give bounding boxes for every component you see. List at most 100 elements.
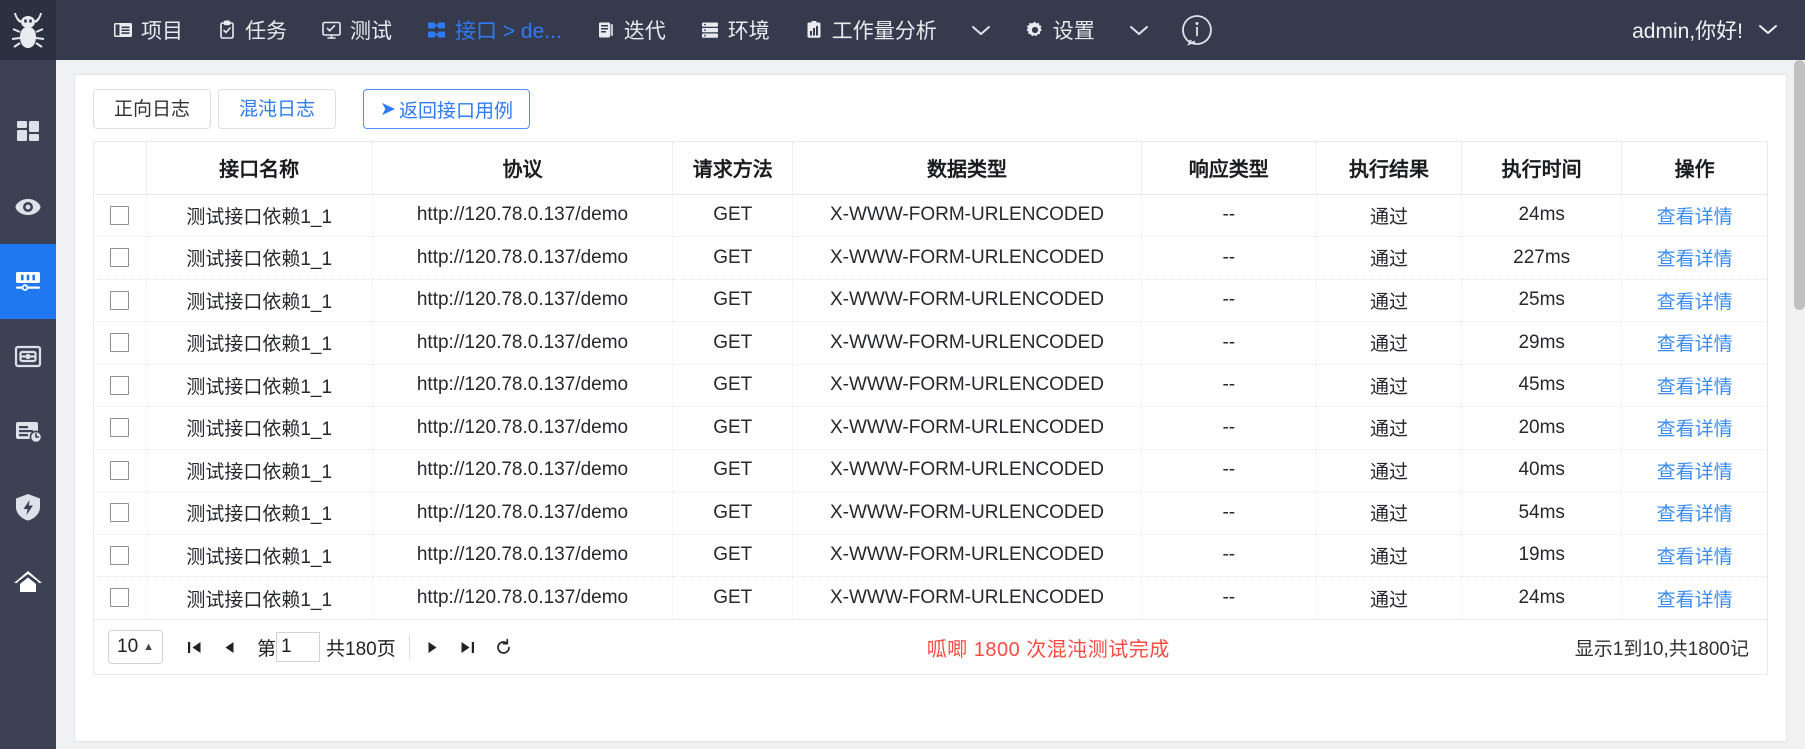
- cell-operation: 查看详情: [1621, 194, 1767, 237]
- table-header-row: 接口名称 协议 请求方法 数据类型 响应类型 执行结果 执行时间 操作: [94, 142, 1767, 195]
- cell-protocol: http://120.78.0.137/demo: [372, 364, 674, 407]
- first-page-icon[interactable]: [177, 639, 212, 656]
- cell-exec-result: 通过: [1316, 236, 1463, 280]
- chevron-up-icon: ▲: [143, 640, 155, 653]
- cell-data-type: X-WWW-FORM-URLENCODED: [792, 576, 1142, 619]
- nav-item-environment[interactable]: 环境: [683, 0, 787, 60]
- nav-item-project[interactable]: 项目: [96, 0, 200, 60]
- cell-exec-result: 通过: [1316, 364, 1463, 407]
- view-details-link[interactable]: 查看详情: [1657, 462, 1733, 483]
- nav-item-label: 接口 > de...: [455, 20, 562, 43]
- row-checkbox-cell: [94, 406, 147, 450]
- tab-forward-log[interactable]: 正向日志: [93, 89, 212, 129]
- view-details-link[interactable]: 查看详情: [1657, 590, 1733, 611]
- sidebar-item-chaos[interactable]: [0, 469, 56, 544]
- cell-response-type: --: [1141, 321, 1317, 365]
- sidebar-item-monitor[interactable]: [0, 169, 56, 244]
- cell-operation: 查看详情: [1621, 364, 1767, 407]
- chevron-down-icon-settings[interactable]: [1112, 0, 1166, 60]
- cell-exec-time: 20ms: [1461, 406, 1623, 450]
- view-details-link[interactable]: 查看详情: [1657, 207, 1733, 228]
- bug-logo-icon[interactable]: [0, 0, 56, 60]
- page-size-selector[interactable]: 10 ▲: [108, 630, 164, 664]
- pagination-controls: 第 共180页: [177, 632, 522, 662]
- cell-response-type: --: [1141, 279, 1317, 322]
- sidebar-item-report[interactable]: [0, 394, 56, 469]
- row-checkbox[interactable]: [110, 588, 130, 608]
- gear-icon: [1025, 20, 1045, 40]
- interface-grid-icon: [426, 20, 447, 40]
- header-request-method: 请求方法: [672, 142, 794, 195]
- header-response-type: 响应类型: [1141, 142, 1317, 195]
- last-page-icon[interactable]: [450, 639, 485, 656]
- view-details-link[interactable]: 查看详情: [1657, 377, 1733, 398]
- row-checkbox[interactable]: [110, 545, 130, 565]
- sidebar-item-ui-test[interactable]: [0, 319, 56, 394]
- view-details-link[interactable]: 查看详情: [1657, 504, 1733, 525]
- row-checkbox[interactable]: [110, 375, 130, 395]
- nav-item-task[interactable]: 任务: [200, 0, 304, 60]
- back-to-interface-cases-button[interactable]: ➤ 返回接口用例: [363, 89, 530, 129]
- scrollbar-thumb[interactable]: [1794, 60, 1805, 310]
- nav-item-settings[interactable]: 设置: [1008, 0, 1112, 60]
- cell-operation: 查看详情: [1621, 236, 1767, 280]
- row-checkbox[interactable]: [110, 205, 130, 225]
- sidebar-item-dashboard[interactable]: [0, 94, 56, 169]
- table-row: 测试接口依赖1_1 http://120.78.0.137/demo GET X-WW…: [94, 534, 1767, 577]
- refresh-icon[interactable]: [485, 638, 522, 657]
- nav-item-label: 测试: [350, 20, 392, 43]
- tab-chaos-log[interactable]: 混沌日志: [218, 89, 337, 129]
- user-greeting[interactable]: admin,你好!: [1632, 15, 1743, 45]
- sidebar-item-interface-test[interactable]: [0, 244, 56, 319]
- cell-interface-name: 测试接口依赖1_1: [146, 194, 373, 237]
- row-checkbox-cell: [94, 321, 147, 365]
- row-checkbox[interactable]: [110, 333, 130, 353]
- cell-exec-time: 25ms: [1461, 279, 1623, 322]
- cell-data-type: X-WWW-FORM-URLENCODED: [792, 279, 1142, 322]
- prev-page-icon[interactable]: [212, 639, 247, 656]
- sidebar-item-home[interactable]: [0, 544, 56, 619]
- cell-exec-time: 24ms: [1461, 576, 1623, 619]
- cell-request-method: GET: [672, 576, 794, 619]
- nav-item-workload-analysis[interactable]: 工作量分析: [787, 0, 954, 60]
- main-content: 正向日志 混沌日志 ➤ 返回接口用例 接口名称 协议 请求方法 数据类型 响应类…: [56, 60, 1805, 749]
- chaos-test-status-message: 呱唧 1800 次混沌测试完成: [926, 638, 1170, 661]
- nav-item-test[interactable]: 测试: [304, 0, 409, 60]
- row-checkbox[interactable]: [110, 460, 130, 480]
- user-menu-chevron-down-icon[interactable]: [1757, 18, 1779, 42]
- page-number-input[interactable]: [276, 632, 321, 662]
- cell-request-method: GET: [672, 491, 794, 535]
- tab-label: 混沌日志: [239, 98, 316, 120]
- next-page-icon[interactable]: [415, 639, 450, 656]
- page-vertical-scrollbar[interactable]: [1794, 60, 1805, 749]
- view-details-link[interactable]: 查看详情: [1657, 292, 1733, 313]
- view-details-link[interactable]: 查看详情: [1657, 547, 1733, 568]
- row-checkbox[interactable]: [110, 248, 130, 268]
- row-checkbox[interactable]: [110, 418, 130, 438]
- view-details-link[interactable]: 查看详情: [1657, 249, 1733, 270]
- cell-data-type: X-WWW-FORM-URLENCODED: [792, 534, 1142, 577]
- chevron-down-icon[interactable]: [954, 0, 1008, 60]
- nav-item-label: 项目: [141, 20, 183, 43]
- nav-item-interface[interactable]: 接口 > de...: [409, 0, 579, 60]
- row-checkbox[interactable]: [110, 503, 130, 523]
- cell-request-method: GET: [672, 321, 794, 365]
- cell-interface-name: 测试接口依赖1_1: [146, 449, 373, 492]
- cell-operation: 查看详情: [1621, 321, 1767, 365]
- arrow-right-icon: ➤: [380, 98, 396, 120]
- cell-data-type: X-WWW-FORM-URLENCODED: [792, 321, 1142, 365]
- nav-item-iteration[interactable]: 迭代: [579, 0, 683, 60]
- cell-exec-result: 通过: [1316, 576, 1463, 619]
- record-count-label: 显示1到10,共1800记: [1574, 638, 1749, 660]
- view-details-link[interactable]: 查看详情: [1657, 419, 1733, 440]
- workload-chart-icon: [804, 20, 824, 40]
- row-checkbox-cell: [94, 194, 147, 237]
- nav-item-label: 迭代: [623, 20, 666, 43]
- cell-request-method: GET: [672, 279, 794, 322]
- info-circle-icon[interactable]: [1166, 13, 1228, 47]
- cell-protocol: http://120.78.0.137/demo: [372, 534, 674, 577]
- row-checkbox[interactable]: [110, 290, 130, 310]
- cell-exec-result: 通过: [1316, 279, 1463, 322]
- view-details-link[interactable]: 查看详情: [1657, 334, 1733, 355]
- row-checkbox-cell: [94, 279, 147, 322]
